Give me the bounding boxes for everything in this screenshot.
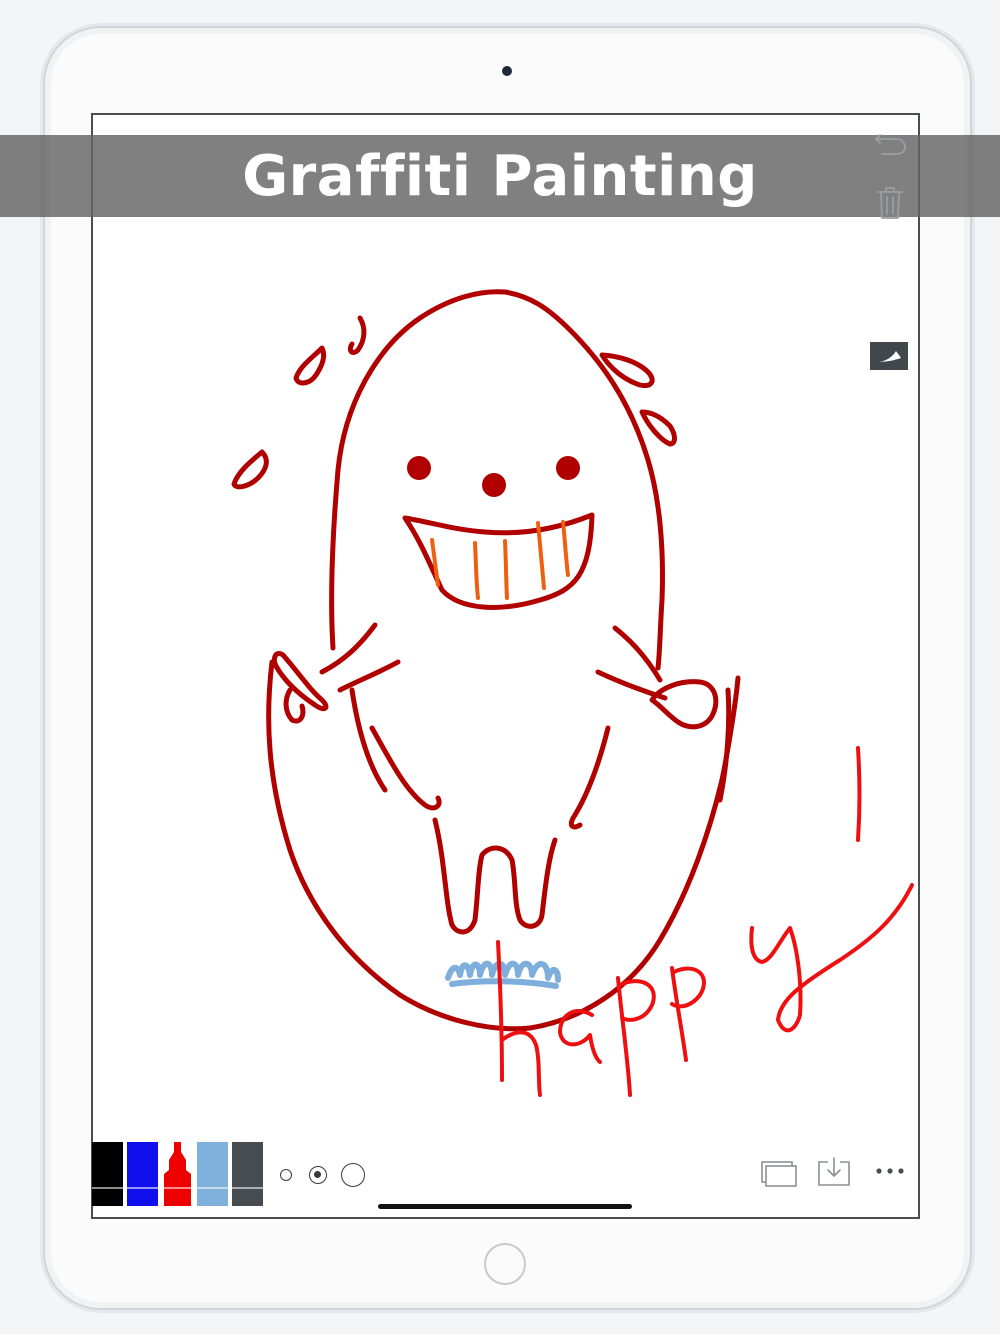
sweat-drop-2 xyxy=(293,345,327,386)
brush-size-selector xyxy=(278,1163,368,1187)
creature-right-arm xyxy=(612,625,663,683)
color-palette xyxy=(92,1142,263,1206)
nose xyxy=(482,473,506,497)
title-banner: Graffiti Painting xyxy=(0,135,1000,217)
red-marker[interactable] xyxy=(162,1142,193,1206)
creature-feet xyxy=(432,817,558,935)
right-eye xyxy=(556,456,580,480)
creature-left-leg xyxy=(369,725,442,811)
letter-a xyxy=(558,1009,602,1064)
sweat-drop-3 xyxy=(347,315,367,355)
undo-icon[interactable] xyxy=(872,129,908,159)
ruler-button[interactable] xyxy=(870,342,908,370)
letter-p2 xyxy=(670,966,706,1062)
gray-marker[interactable] xyxy=(232,1142,263,1206)
layers-icon[interactable] xyxy=(760,1158,798,1188)
home-indicator[interactable] xyxy=(378,1204,632,1209)
letter-y xyxy=(749,883,914,1033)
creature-left-hand xyxy=(271,650,329,712)
creature-drawing xyxy=(231,289,741,1032)
banner-title: Graffiti Painting xyxy=(242,143,758,209)
creature-left-arm-lower xyxy=(337,659,401,693)
creature-right-hand xyxy=(649,679,719,730)
brush-size-medium[interactable] xyxy=(309,1166,327,1184)
red-marker-tip-icon xyxy=(164,1142,191,1206)
ruler-icon xyxy=(877,351,901,362)
letter-p1 xyxy=(616,976,656,1097)
happy-handwriting xyxy=(496,746,914,1097)
brush-size-large[interactable] xyxy=(341,1163,365,1187)
creature-right-side xyxy=(568,725,611,830)
sweat-drop-5 xyxy=(639,409,677,447)
sweat-drop-1 xyxy=(231,449,269,490)
left-eye xyxy=(407,456,431,480)
blue-scribble xyxy=(445,960,561,989)
brush-size-small[interactable] xyxy=(280,1169,292,1181)
save-icon[interactable] xyxy=(816,1156,852,1188)
more-icon[interactable] xyxy=(874,1164,906,1178)
trash-icon[interactable] xyxy=(875,186,905,220)
exclamation-line xyxy=(856,746,862,842)
black-marker[interactable] xyxy=(92,1142,123,1206)
blue-marker[interactable] xyxy=(127,1142,158,1206)
jump-rope-inner xyxy=(717,687,732,803)
lightblue-marker[interactable] xyxy=(197,1142,228,1206)
